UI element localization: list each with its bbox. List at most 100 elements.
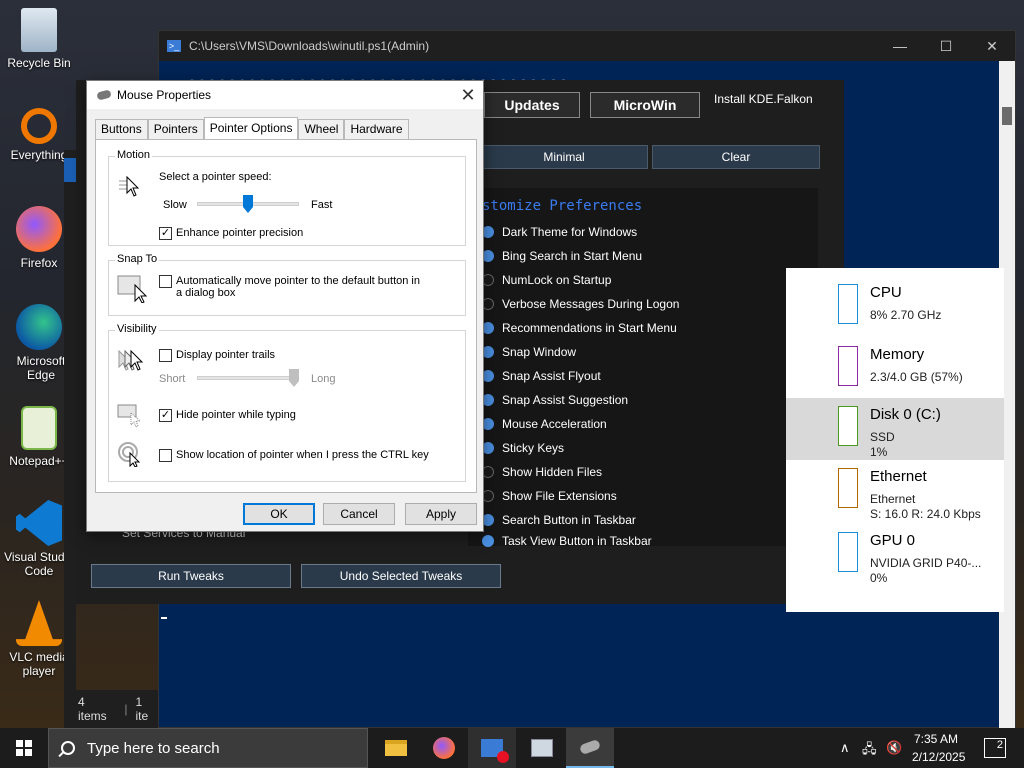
preference-toggle[interactable]: Search Button in Taskbar — [482, 510, 636, 530]
tray-overflow-chevron-icon[interactable]: ∧ — [840, 740, 850, 756]
pointer-trails-icon — [118, 349, 144, 371]
perf-name: GPU 0 — [870, 532, 916, 549]
toggle-switch[interactable] — [482, 535, 494, 547]
explorer-window-edge — [64, 150, 76, 690]
cancel-button[interactable]: Cancel — [323, 503, 395, 525]
control-panel-icon — [531, 739, 553, 757]
tab-buttons[interactable]: Buttons — [95, 119, 148, 139]
preference-label: NumLock on Startup — [502, 273, 612, 287]
clear-preset-button[interactable]: Clear — [652, 145, 820, 169]
hide-pointer-typing-checkbox[interactable]: ✓ Hide pointer while typing — [159, 409, 296, 422]
perf-row[interactable]: Disk 0 (C:) SSD 1% — [786, 398, 1004, 460]
preference-label: Recommendations in Start Menu — [502, 321, 677, 335]
checkbox-box[interactable]: ✓ — [159, 227, 172, 240]
taskbar-file-explorer[interactable] — [372, 728, 420, 768]
preference-toggle[interactable]: Mouse Acceleration — [482, 414, 607, 434]
maximize-button[interactable]: ☐ — [923, 38, 969, 55]
fast-label: Fast — [311, 199, 333, 211]
motion-group: Motion Select a pointer speed: Slow Fast… — [108, 149, 466, 246]
enhance-precision-label: Enhance pointer precision — [176, 227, 304, 239]
microwin-tab-button[interactable]: MicroWin — [590, 92, 700, 118]
taskbar-firefox[interactable] — [420, 728, 468, 768]
powershell-icon: >_ — [167, 40, 181, 52]
explorer-selected-count: 1 ite — [135, 695, 149, 723]
preference-toggle[interactable]: Recommendations in Start Menu — [482, 318, 677, 338]
preference-toggle[interactable]: Verbose Messages During Logon — [482, 294, 679, 314]
slow-label: Slow — [163, 199, 187, 211]
explorer-status-bar: 4 items | 1 ite — [64, 690, 158, 728]
volume-muted-icon[interactable]: 🔇 — [886, 740, 902, 756]
preference-toggle[interactable]: Sticky Keys — [482, 438, 564, 458]
notification-center-icon[interactable]: 2 — [984, 738, 1006, 758]
apply-button[interactable]: Apply — [405, 503, 477, 525]
undo-tweaks-button[interactable]: Undo Selected Tweaks — [301, 564, 501, 588]
preference-toggle[interactable]: Task View Button in Taskbar — [482, 534, 652, 548]
perf-graph-icon — [838, 468, 858, 508]
minimize-button[interactable]: — — [877, 38, 923, 55]
dialog-close-button[interactable]: ✕ — [453, 85, 483, 106]
checkbox-box[interactable] — [159, 449, 172, 462]
edge-icon — [16, 304, 62, 350]
trails-slider-track[interactable] — [197, 376, 299, 380]
close-button[interactable]: ✕ — [969, 38, 1015, 55]
snap-to-default-checkbox[interactable]: Automatically move pointer to the defaul… — [159, 275, 429, 299]
trails-long-label: Long — [311, 373, 336, 385]
perf-row[interactable]: GPU 0 NVIDIA GRID P40-... 0% — [786, 524, 1004, 586]
preference-toggle[interactable]: Show Hidden Files — [482, 462, 602, 482]
speed-label: Select a pointer speed: — [159, 171, 272, 183]
checkbox-box[interactable]: ✓ — [159, 409, 172, 422]
visibility-group-title: Visibility — [115, 323, 159, 335]
trails-slider-thumb[interactable] — [289, 369, 299, 387]
perf-name: Ethernet — [870, 468, 927, 485]
enhance-precision-checkbox[interactable]: ✓ Enhance pointer precision — [159, 227, 303, 240]
preference-toggle[interactable]: Dark Theme for Windows — [482, 222, 637, 242]
minimal-preset-button[interactable]: Minimal — [480, 145, 648, 169]
show-location-label: Show location of pointer when I press th… — [176, 449, 429, 461]
notepadpp-icon — [21, 406, 57, 450]
preference-toggle[interactable]: Show File Extensions — [482, 486, 617, 506]
console-cursor — [161, 617, 167, 619]
task-manager-panel[interactable]: CPU 8% 2.70 GHz Memory 2.3/4.0 GB (57%) Disk… — [786, 268, 1004, 612]
perf-graph-icon — [838, 346, 858, 386]
network-icon[interactable]: 🖧 — [862, 740, 877, 762]
preference-toggle[interactable]: Snap Assist Flyout — [482, 366, 601, 386]
ok-button[interactable]: OK — [243, 503, 315, 525]
clock-date[interactable]: 2/12/2025 — [912, 750, 965, 764]
tab-hardware[interactable]: Hardware — [344, 119, 409, 139]
trails-short-label: Short — [159, 373, 186, 385]
start-button[interactable] — [0, 728, 48, 768]
dialog-titlebar[interactable]: Mouse Properties ✕ — [87, 81, 483, 109]
perf-row[interactable]: CPU 8% 2.70 GHz — [786, 276, 1004, 338]
show-location-ctrl-checkbox[interactable]: Show location of pointer when I press th… — [159, 449, 429, 462]
taskbar-search-box[interactable]: Type here to search — [48, 728, 368, 768]
speed-slider-thumb[interactable] — [243, 195, 253, 213]
folder-icon — [385, 740, 407, 756]
dialog-title: Mouse Properties — [117, 88, 212, 102]
perf-row[interactable]: Memory 2.3/4.0 GB (57%) — [786, 338, 1004, 400]
preference-toggle[interactable]: Snap Assist Suggestion — [482, 390, 628, 410]
preference-label: Show File Extensions — [502, 489, 617, 503]
alert-badge-icon — [497, 751, 509, 763]
tab-wheel[interactable]: Wheel — [298, 119, 345, 139]
taskbar-control-panel[interactable] — [518, 728, 566, 768]
mouse-properties-dialog[interactable]: Mouse Properties ✕ Buttons Pointers Poin… — [86, 80, 484, 532]
checkbox-box[interactable] — [159, 349, 172, 362]
install-status-text: Install KDE.Falkon — [714, 92, 813, 106]
updates-tab-button[interactable]: Updates — [484, 92, 580, 118]
preference-toggle[interactable]: NumLock on Startup — [482, 270, 611, 290]
scrollbar-thumb[interactable] — [1002, 107, 1012, 125]
pointer-trails-checkbox[interactable]: Display pointer trails — [159, 349, 275, 362]
preference-toggle[interactable]: Bing Search in Start Menu — [482, 246, 642, 266]
clock-time[interactable]: 7:35 AM — [914, 732, 958, 746]
run-tweaks-button[interactable]: Run Tweaks — [91, 564, 291, 588]
preference-toggle[interactable]: Snap Window — [482, 342, 576, 362]
taskbar-mouse-properties[interactable] — [566, 728, 614, 768]
tab-pointer-options[interactable]: Pointer Options — [203, 117, 299, 139]
preference-label: Snap Assist Flyout — [502, 369, 601, 383]
desktop-icon-recycle-bin[interactable]: Recycle Bin — [4, 8, 74, 70]
checkbox-box[interactable] — [159, 275, 172, 288]
perf-row[interactable]: Ethernet Ethernet S: 16.0 R: 24.0 Kbps — [786, 460, 1004, 522]
tab-pointers[interactable]: Pointers — [147, 119, 204, 139]
taskbar-powershell[interactable] — [468, 728, 516, 768]
powershell-titlebar[interactable]: >_ C:\Users\VMS\Downloads\winutil.ps1(Ad… — [159, 31, 1015, 61]
